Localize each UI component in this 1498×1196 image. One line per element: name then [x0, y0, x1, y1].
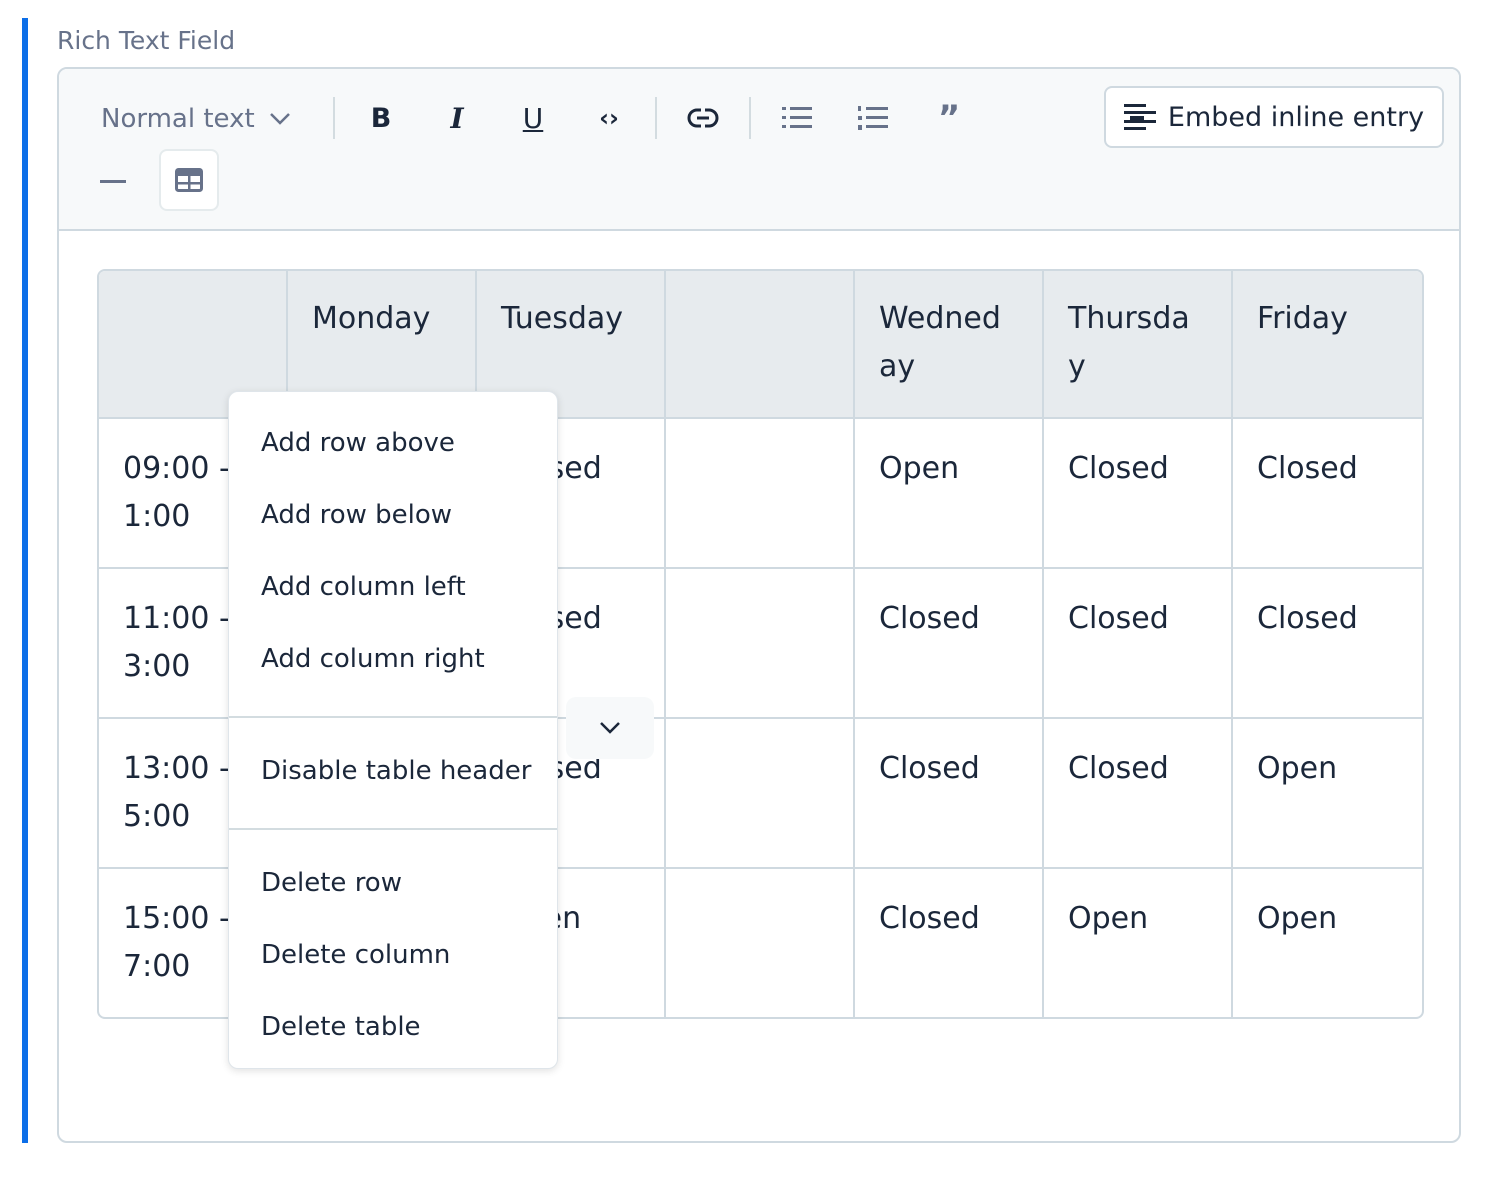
menu-item-disable-table-header[interactable]: Disable table header: [229, 738, 557, 810]
table-cell[interactable]: Open: [1233, 719, 1422, 869]
table-cell[interactable]: [666, 869, 855, 1017]
table-cell[interactable]: Closed: [1044, 569, 1233, 719]
toolbar-divider: [655, 97, 657, 139]
table-cell[interactable]: Closed: [855, 869, 1044, 1017]
field-focus-indicator: [22, 18, 28, 1143]
bulleted-list-icon[interactable]: [775, 97, 819, 139]
link-icon[interactable]: [681, 97, 725, 139]
table-cell[interactable]: Closed: [1233, 569, 1422, 719]
field-label: Rich Text Field: [57, 26, 236, 55]
bold-icon[interactable]: B: [359, 97, 403, 139]
table-cell[interactable]: Closed: [855, 569, 1044, 719]
menu-item-add-row-below[interactable]: Add row below: [229, 482, 557, 554]
menu-item-delete-table[interactable]: Delete table: [229, 994, 557, 1066]
menu-item-delete-row[interactable]: Delete row: [229, 850, 557, 922]
table-cell[interactable]: [666, 719, 855, 869]
table-cell[interactable]: Closed: [1044, 419, 1233, 569]
table-cell[interactable]: [666, 419, 855, 569]
italic-icon[interactable]: I: [435, 97, 479, 139]
table-header-cell[interactable]: Wedneday: [855, 271, 1044, 419]
numbered-list-icon[interactable]: [851, 97, 895, 139]
table-context-menu: Add row above Add row below Add column l…: [228, 391, 558, 1069]
table-actions-button[interactable]: [566, 697, 654, 759]
table-header-cell[interactable]: [666, 271, 855, 419]
underline-icon[interactable]: U: [511, 97, 555, 139]
table-cell[interactable]: Open: [855, 419, 1044, 569]
menu-item-add-column-right[interactable]: Add column right: [229, 626, 557, 698]
format-select-value: Normal text: [101, 104, 255, 134]
table-cell[interactable]: Closed: [1044, 719, 1233, 869]
table-cell[interactable]: Open: [1044, 869, 1233, 1017]
menu-item-add-column-left[interactable]: Add column left: [229, 554, 557, 626]
format-select[interactable]: Normal text: [101, 99, 291, 139]
chevron-down-icon: [600, 722, 620, 734]
table-cell[interactable]: Closed: [1233, 419, 1422, 569]
code-icon[interactable]: ‹›: [587, 97, 631, 139]
menu-divider: [229, 828, 557, 830]
menu-item-add-row-above[interactable]: Add row above: [229, 410, 557, 482]
table-header-cell[interactable]: Thursday: [1044, 271, 1233, 419]
table-cell[interactable]: [666, 569, 855, 719]
menu-divider: [229, 716, 557, 718]
embed-inline-entry-button[interactable]: Embed inline entry: [1104, 86, 1444, 148]
embed-inline-entry-label: Embed inline entry: [1167, 101, 1425, 133]
table-cell[interactable]: Closed: [855, 719, 1044, 869]
embed-icon: [1123, 104, 1156, 130]
editor-toolbar: Normal text B I U ‹› ” Embed inline entr…: [59, 69, 1459, 231]
chevron-down-icon: [269, 113, 290, 125]
table-cell[interactable]: Open: [1233, 869, 1422, 1017]
horizontal-rule-icon[interactable]: [99, 169, 127, 193]
toolbar-divider: [749, 97, 751, 139]
toolbar-divider: [333, 97, 335, 139]
menu-item-delete-column[interactable]: Delete column: [229, 922, 557, 994]
table-header-cell[interactable]: Friday: [1233, 271, 1422, 419]
quote-icon[interactable]: ”: [927, 97, 971, 139]
table-icon[interactable]: [159, 149, 219, 211]
